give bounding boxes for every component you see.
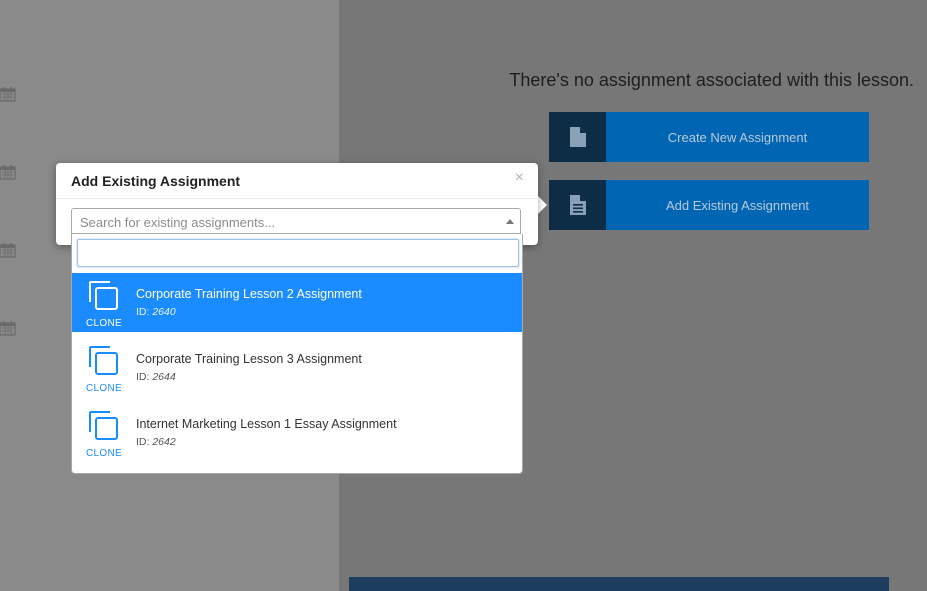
add-existing-assignment-button[interactable]: Add Existing Assignment <box>549 180 869 230</box>
clone-button[interactable]: CLONE <box>84 409 124 459</box>
result-item[interactable]: CLONE Corporate Training Lesson 3 Assign… <box>72 338 522 397</box>
clone-icon <box>89 281 118 310</box>
clone-label: CLONE <box>86 383 122 394</box>
result-item[interactable]: CLONE Corporate Training Lesson 2 Assign… <box>72 273 522 332</box>
calendar-icon <box>0 165 16 180</box>
result-id-value: 2640 <box>152 306 176 318</box>
caret-up-icon <box>506 219 514 224</box>
file-icon <box>569 127 586 147</box>
bottom-bar <box>349 577 889 591</box>
result-id-value: 2644 <box>152 371 176 383</box>
button-icon-box <box>549 180 606 230</box>
assignment-select[interactable]: Search for existing assignments... <box>71 208 521 234</box>
popover-arrow <box>538 196 547 214</box>
popover-divider <box>56 198 538 199</box>
result-id-value: 2642 <box>152 436 176 448</box>
result-id: ID: 2644 <box>136 371 176 383</box>
calendar-icon <box>0 321 16 336</box>
dropdown-search-input[interactable] <box>77 239 519 267</box>
calendar-icon <box>0 243 16 258</box>
result-title: Corporate Training Lesson 2 Assignment <box>136 287 362 301</box>
clone-icon <box>89 346 118 375</box>
result-title: Corporate Training Lesson 3 Assignment <box>136 352 362 366</box>
clone-icon <box>89 411 118 440</box>
close-icon[interactable]: × <box>515 169 524 187</box>
create-new-assignment-button[interactable]: Create New Assignment <box>549 112 869 162</box>
result-item[interactable]: CLONE Internet Marketing Lesson 1 Essay … <box>72 403 522 462</box>
clone-label: CLONE <box>86 448 122 459</box>
popover-title: Add Existing Assignment <box>71 173 241 189</box>
clone-label: CLONE <box>86 318 122 329</box>
result-title: Internet Marketing Lesson 1 Essay Assign… <box>136 417 397 431</box>
clone-button[interactable]: CLONE <box>84 344 124 394</box>
file-text-icon <box>569 195 586 215</box>
calendar-icon <box>0 87 16 102</box>
result-id: ID: 2642 <box>136 436 176 448</box>
clone-button[interactable]: CLONE <box>84 279 124 329</box>
assignment-dropdown: CLONE Corporate Training Lesson 2 Assign… <box>71 234 523 474</box>
result-id: ID: 2640 <box>136 306 176 318</box>
select-placeholder: Search for existing assignments... <box>80 215 276 230</box>
button-icon-box <box>549 112 606 162</box>
create-new-assignment-label: Create New Assignment <box>667 129 808 145</box>
add-existing-assignment-label: Add Existing Assignment <box>665 197 810 213</box>
empty-assignment-message: There's no assignment associated with th… <box>509 70 914 90</box>
